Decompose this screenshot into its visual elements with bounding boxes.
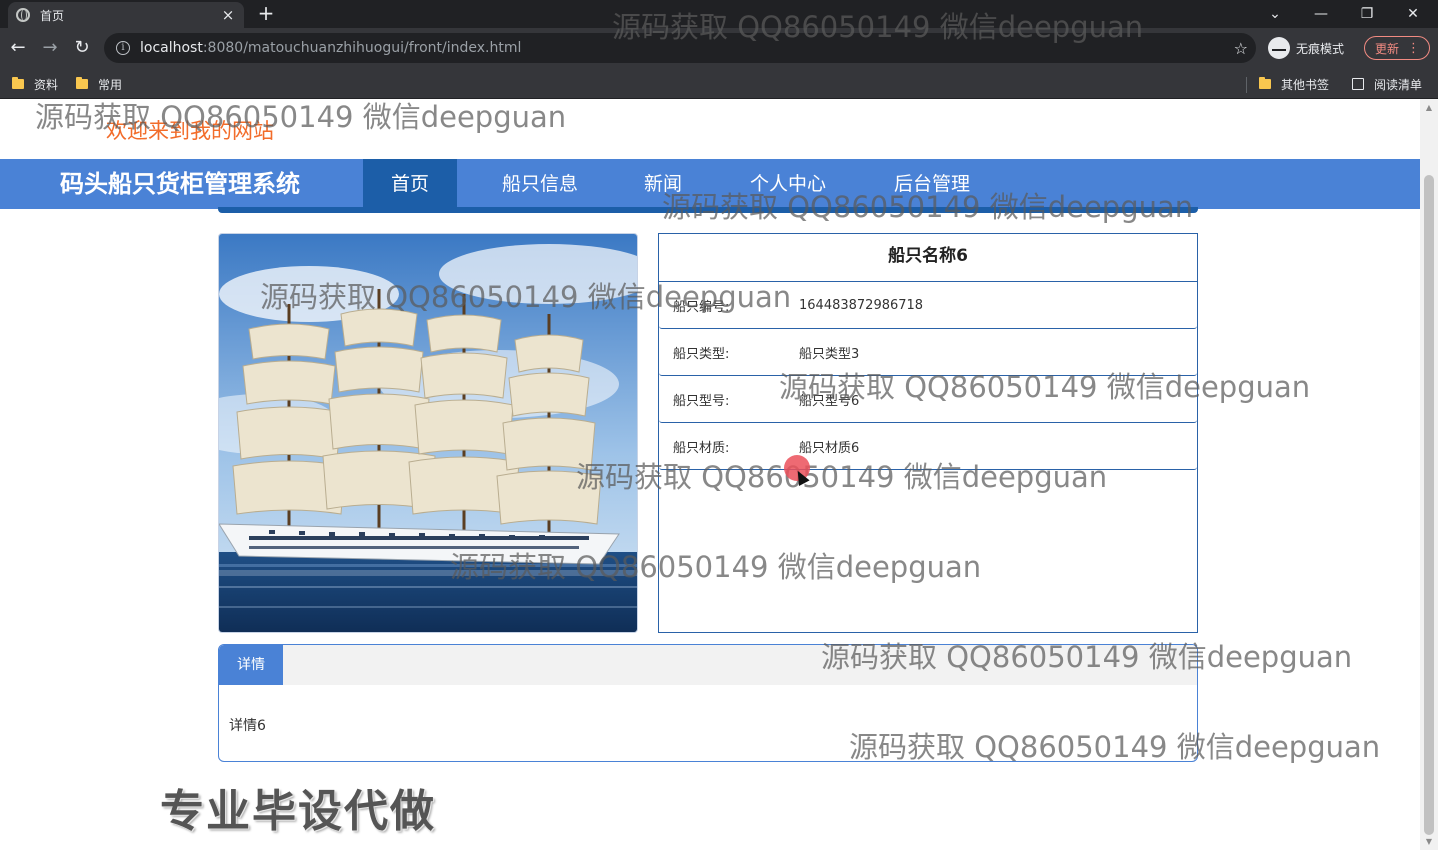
- web-page: 欢迎来到我的网站 码头船只货柜管理系统 首页 船只信息 新闻 个人中心 后台管理: [0, 99, 1420, 850]
- bookmark-star-icon[interactable]: ☆: [1234, 39, 1248, 58]
- main-navbar: 码头船只货柜管理系统 首页 船只信息 新闻 个人中心 后台管理: [0, 159, 1420, 209]
- info-row-ship-number: 船只编号: 164483872986718: [659, 282, 1197, 329]
- ad-overlay-text: 专业毕设代做: [160, 786, 436, 837]
- tab-search-icon[interactable]: ⌄: [1252, 0, 1298, 28]
- welcome-text: 欢迎来到我的网站: [106, 119, 274, 143]
- url-path: :8080/matouchuanzhihuogui/front/index.ht…: [202, 40, 522, 56]
- incognito-indicator[interactable]: 无痕模式: [1268, 35, 1344, 61]
- nav-underline: [218, 207, 1198, 213]
- bookmark-label: 资料: [34, 77, 59, 92]
- reading-list-label: 阅读清单: [1374, 77, 1423, 92]
- scroll-thumb[interactable]: [1424, 175, 1434, 835]
- tab-title: 首页: [40, 8, 65, 23]
- browser-tab[interactable]: 首页 ×: [8, 2, 244, 28]
- bookmark-label: 常用: [98, 77, 123, 92]
- bookmark-folder-changyong[interactable]: 常用: [76, 74, 122, 94]
- address-bar[interactable]: i localhost:8080/matouchuanzhihuogui/fro…: [104, 33, 1256, 63]
- field-value: 船只类型3: [799, 346, 860, 362]
- nav-admin[interactable]: 后台管理: [866, 159, 998, 209]
- folder-icon: [12, 77, 24, 89]
- ship-photo: [218, 233, 638, 633]
- scroll-down-icon[interactable]: ▼: [1424, 837, 1434, 846]
- field-value: 船只型号6: [799, 393, 860, 409]
- bookmarks-divider: [1246, 77, 1247, 93]
- field-label: 船只型号:: [673, 393, 730, 409]
- update-label: 更新: [1375, 41, 1400, 56]
- other-bookmarks[interactable]: 其他书签: [1259, 74, 1329, 94]
- field-value: 船只材质6: [799, 440, 860, 456]
- scroll-up-icon[interactable]: ▲: [1424, 103, 1434, 112]
- reload-icon[interactable]: ↻: [70, 36, 94, 60]
- detail-tab-bar: 详情: [219, 645, 1197, 685]
- browser-toolbar: ← → ↻ i localhost:8080/matouchuanzhihuog…: [0, 28, 1438, 68]
- update-button[interactable]: 更新 ⋮: [1364, 36, 1430, 60]
- info-row-ship-material: 船只材质: 船只材质6: [659, 423, 1197, 470]
- bookmarks-bar: 资料 常用 其他书签 阅读清单: [0, 68, 1438, 99]
- forward-icon[interactable]: →: [38, 36, 62, 60]
- page-scrollbar[interactable]: ▲ ▼: [1420, 99, 1438, 850]
- close-window-icon[interactable]: ✕: [1390, 0, 1436, 28]
- detail-section: 详情 详情6: [218, 644, 1198, 762]
- info-row-ship-type: 船只类型: 船只类型3: [659, 329, 1197, 376]
- detail-content: 详情6: [229, 718, 266, 734]
- site-info-icon[interactable]: i: [116, 41, 130, 55]
- field-label: 船只类型:: [673, 346, 730, 362]
- back-icon[interactable]: ←: [6, 36, 30, 60]
- field-value: 164483872986718: [799, 297, 924, 313]
- other-bookmarks-label: 其他书签: [1281, 77, 1330, 92]
- nav-personal-center[interactable]: 个人中心: [722, 159, 854, 209]
- reading-list-icon: [1352, 78, 1364, 90]
- reading-list[interactable]: 阅读清单: [1352, 74, 1422, 94]
- close-tab-icon[interactable]: ×: [220, 6, 236, 24]
- minimize-icon[interactable]: —: [1298, 0, 1344, 28]
- new-tab-button[interactable]: +: [256, 2, 276, 24]
- field-label: 船只材质:: [673, 440, 730, 456]
- bookmark-folder-ziliao[interactable]: 资料: [12, 74, 58, 94]
- nav-ship-info[interactable]: 船只信息: [474, 159, 606, 209]
- folder-icon: [1259, 77, 1271, 89]
- info-row-ship-model: 船只型号: 船只型号6: [659, 376, 1197, 423]
- nav-home[interactable]: 首页: [363, 159, 458, 209]
- restore-icon[interactable]: ❐: [1344, 0, 1390, 28]
- url-host: localhost: [140, 40, 203, 56]
- incognito-label: 无痕模式: [1296, 41, 1345, 56]
- folder-icon: [76, 77, 88, 89]
- tab-detail[interactable]: 详情: [219, 645, 283, 685]
- incognito-icon: [1268, 37, 1290, 59]
- menu-dots-icon[interactable]: ⋮: [1407, 41, 1420, 56]
- globe-icon: [16, 8, 30, 22]
- browser-tab-strip: 首页 × + ⌄ — ❐ ✕: [0, 0, 1438, 28]
- site-title: 码头船只货柜管理系统: [60, 170, 300, 198]
- ship-name: 船只名称6: [659, 234, 1197, 282]
- nav-news[interactable]: 新闻: [616, 159, 710, 209]
- ship-info-panel: 船只名称6 船只编号: 164483872986718 船只类型: 船只类型3 …: [658, 233, 1198, 633]
- field-label: 船只编号:: [673, 299, 730, 315]
